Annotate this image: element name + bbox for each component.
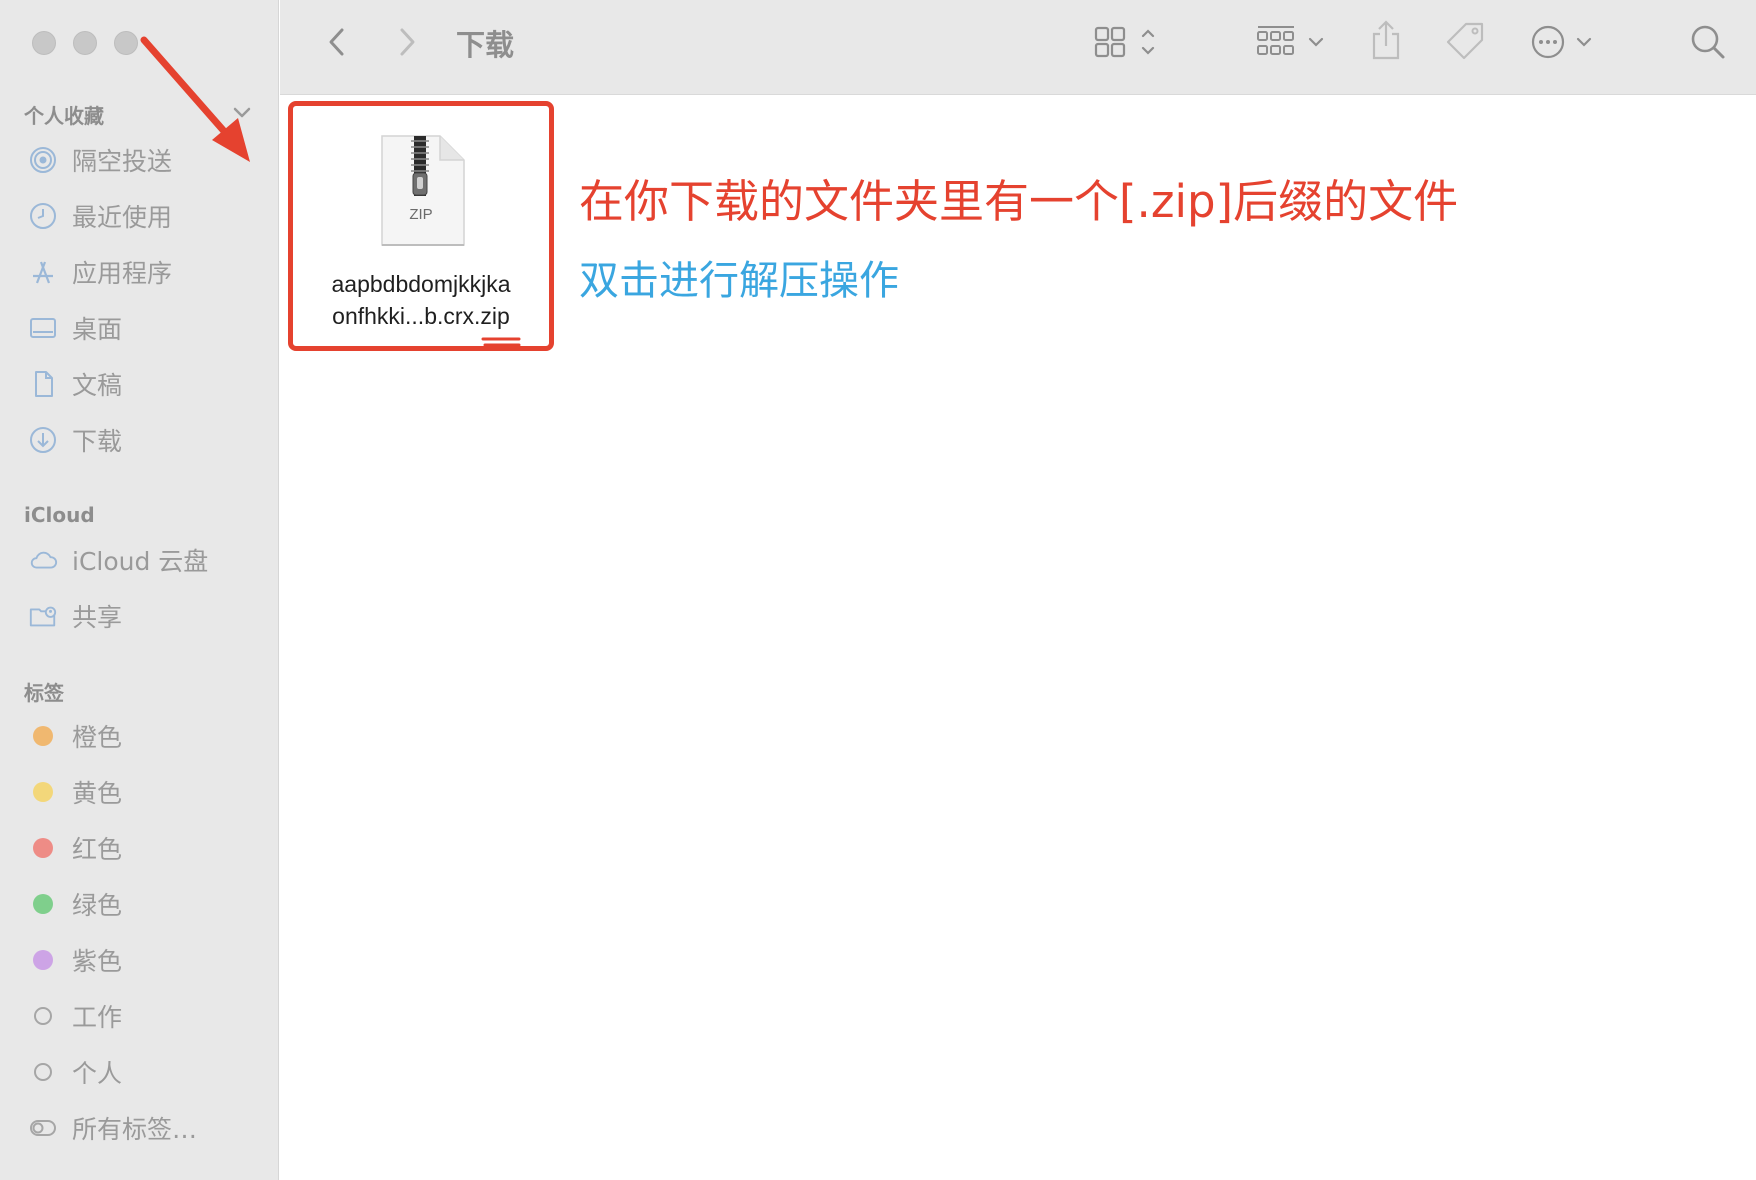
sidebar-tag-personal[interactable]: 个人 xyxy=(28,1052,122,1092)
sidebar-item-desktop[interactable]: 桌面 xyxy=(28,308,122,348)
empty-tag-circle-icon xyxy=(34,1063,52,1081)
chevron-right-icon xyxy=(400,28,415,56)
all-tags-icon xyxy=(28,1113,58,1143)
orange-tag-dot-icon xyxy=(33,726,53,746)
tag-icon xyxy=(1446,22,1484,60)
sidebar-item-label: 应用程序 xyxy=(72,259,173,288)
file-type-badge: ZIP xyxy=(409,206,433,223)
sidebar-item-recents[interactable]: 最近使用 xyxy=(28,196,172,236)
empty-tag-circle-icon xyxy=(34,1007,52,1025)
sidebar-tag-purple[interactable]: 紫色 xyxy=(28,940,122,980)
applications-icon xyxy=(28,257,58,287)
chevron-left-icon xyxy=(329,28,344,56)
download-icon xyxy=(28,425,58,455)
file-name-line-1: aapbdbdomjkkjka xyxy=(331,271,511,297)
sidebar-item-applications[interactable]: 应用程序 xyxy=(28,252,172,292)
sidebar-item-label: 个人 xyxy=(72,1059,123,1088)
chevron-down-icon[interactable] xyxy=(232,102,252,122)
sidebar-tag-all-tags[interactable]: 所有标签… xyxy=(28,1108,197,1148)
sidebar-tag-yellow[interactable]: 黄色 xyxy=(28,772,122,812)
group-by-button[interactable] xyxy=(1252,22,1332,62)
minimize-window-button[interactable] xyxy=(73,31,97,55)
sidebar-item-icloud-drive[interactable]: iCloud 云盘 xyxy=(28,540,208,580)
window-controls xyxy=(32,31,138,55)
file-name[interactable]: aapbdbdomjkkjka onfhkki...b.crx.zip xyxy=(293,268,549,332)
search-icon xyxy=(1691,25,1725,59)
sidebar-item-label: 橙色 xyxy=(72,723,123,752)
sidebar-item-label: 工作 xyxy=(72,1003,123,1032)
file-browser-content: ZIP aapbdbdomjkkjka onfhkki...b.crx.zip … xyxy=(280,96,1756,1180)
tag-button[interactable] xyxy=(1444,20,1486,62)
clock-icon xyxy=(28,201,58,231)
toolbar: 下载 xyxy=(280,0,1756,95)
tags-section-title: 标签 xyxy=(24,681,64,705)
window-title: 下载 xyxy=(456,28,515,62)
favorites-section-title: 个人收藏 xyxy=(24,104,104,128)
green-tag-dot-icon xyxy=(33,894,53,914)
ellipsis-circle-icon xyxy=(1531,25,1592,59)
search-button[interactable] xyxy=(1688,20,1728,64)
sidebar-tag-red[interactable]: 红色 xyxy=(28,828,122,868)
document-icon xyxy=(28,369,58,399)
icloud-section-title: iCloud xyxy=(24,503,95,527)
sidebar-item-label: 紫色 xyxy=(72,947,123,976)
file-name-line-2: onfhkki...b.crx.zip xyxy=(332,303,510,329)
sidebar-item-label: 所有标签… xyxy=(72,1115,198,1144)
forward-button[interactable] xyxy=(392,24,422,60)
purple-tag-dot-icon xyxy=(33,950,53,970)
sidebar-item-airdrop[interactable]: 隔空投送 xyxy=(28,140,172,180)
share-button[interactable] xyxy=(1368,18,1404,62)
sidebar-item-label: iCloud 云盘 xyxy=(72,547,209,576)
sidebar: 个人收藏 隔空投送 最近使用 应用程序 桌面 文稿 下载 iCloud iClo… xyxy=(0,0,279,1180)
group-grid-icon xyxy=(1257,26,1324,55)
close-window-button[interactable] xyxy=(32,31,56,55)
sidebar-item-label: 隔空投送 xyxy=(72,147,173,176)
sidebar-item-label: 黄色 xyxy=(72,779,123,808)
more-actions-button[interactable] xyxy=(1528,22,1600,62)
sidebar-item-label: 最近使用 xyxy=(72,203,173,232)
yellow-tag-dot-icon xyxy=(33,782,53,802)
shared-folder-icon xyxy=(28,601,58,631)
sidebar-item-label: 文稿 xyxy=(72,371,123,400)
sidebar-item-shared[interactable]: 共享 xyxy=(28,596,122,636)
view-mode-button[interactable] xyxy=(1092,22,1164,62)
sidebar-item-label: 共享 xyxy=(72,603,123,632)
annotation-main-text: 在你下载的文件夹里有一个[.zip]后缀的文件 xyxy=(579,175,1459,228)
sidebar-item-label: 绿色 xyxy=(72,891,123,920)
sidebar-item-label: 红色 xyxy=(72,835,123,864)
sidebar-item-documents[interactable]: 文稿 xyxy=(28,364,122,404)
red-tag-dot-icon xyxy=(33,838,53,858)
sidebar-tag-orange[interactable]: 橙色 xyxy=(28,716,122,756)
sidebar-item-label: 桌面 xyxy=(72,315,123,344)
file-item[interactable]: ZIP aapbdbdomjkkjka onfhkki...b.crx.zip xyxy=(288,101,554,351)
cloud-icon xyxy=(28,545,58,575)
share-icon xyxy=(1372,20,1400,60)
annotation-sub-text: 双击进行解压操作 xyxy=(579,258,899,304)
icon-grid-view-icon xyxy=(1094,26,1155,58)
airdrop-icon xyxy=(28,145,58,175)
sidebar-tag-green[interactable]: 绿色 xyxy=(28,884,122,924)
zoom-window-button[interactable] xyxy=(114,31,138,55)
extension-underline-mark xyxy=(481,337,521,347)
zip-file-icon xyxy=(381,135,465,246)
desktop-icon xyxy=(28,313,58,343)
sidebar-tag-work[interactable]: 工作 xyxy=(28,996,122,1036)
sidebar-item-label: 下载 xyxy=(72,427,123,456)
sidebar-item-downloads[interactable]: 下载 xyxy=(28,420,122,460)
back-button[interactable] xyxy=(322,24,352,60)
